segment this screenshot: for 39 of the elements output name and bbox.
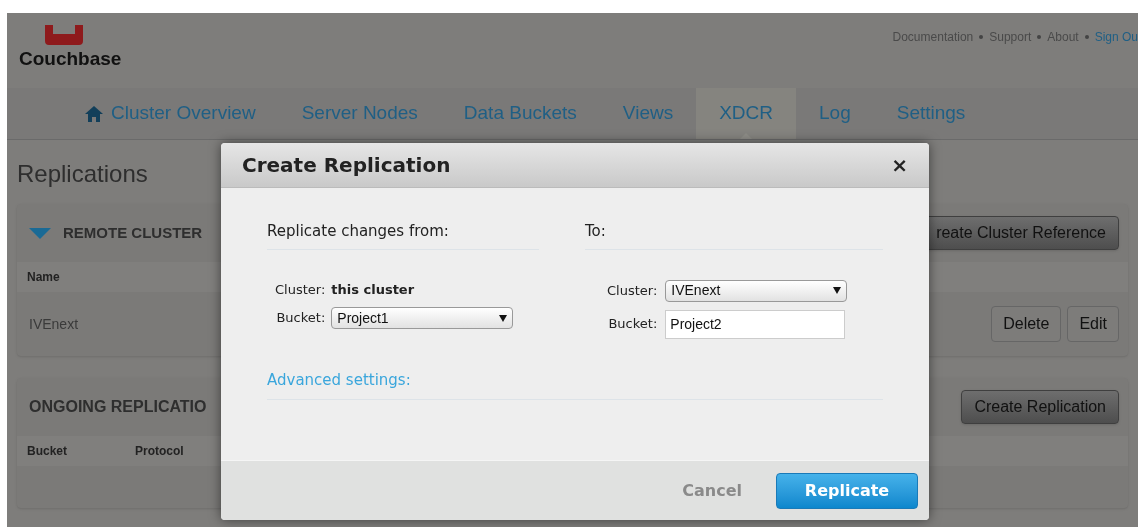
nav-tab[interactable]: Views — [599, 88, 697, 139]
close-button[interactable]: × — [891, 155, 908, 175]
section-title: ONGOING REPLICATIO — [29, 397, 207, 417]
advanced-settings-link[interactable]: Advanced settings: — [267, 368, 411, 391]
bucket-select[interactable]: Project1 — [331, 307, 514, 329]
nav-tab[interactable]: Server Nodes — [278, 88, 441, 139]
section-heading: To: — [585, 220, 883, 250]
logo-icon — [43, 25, 85, 45]
cluster-value: this cluster — [331, 280, 416, 299]
logo-text: Couchbase — [19, 49, 122, 68]
column-header: Bucket — [27, 443, 67, 460]
caret-icon — [833, 287, 842, 294]
caret-icon — [499, 314, 508, 322]
row-action-button[interactable]: Edit — [1067, 306, 1119, 342]
nav-tab[interactable]: Settings — [873, 88, 989, 139]
home-icon — [85, 105, 103, 122]
field-label: Cluster: — [275, 280, 326, 299]
nav-tab[interactable]: Data Buckets — [440, 88, 600, 139]
bucket-input[interactable]: Project2 — [665, 309, 846, 339]
section-heading: Replicate changes from: — [267, 220, 539, 250]
replicate-button[interactable]: Replicate — [776, 472, 918, 509]
table-cell-text: IVEnext — [29, 314, 79, 334]
nav-tab[interactable]: XDCR — [696, 88, 796, 139]
create-replication-button[interactable]: Create Replication — [961, 390, 1119, 424]
dialog-title: Create Replication — [242, 152, 451, 179]
nav-tab[interactable]: Log — [796, 88, 874, 139]
header-link[interactable]: Sign Ou — [1094, 28, 1138, 46]
section-title: REMOTE CLUSTER — [63, 222, 203, 243]
row-action-button[interactable]: Delete — [991, 306, 1062, 342]
collapse-triangle-icon[interactable] — [29, 227, 51, 239]
page-title: Replications — [17, 159, 148, 189]
field-label: Cluster: — [607, 281, 658, 300]
field-label: Bucket: — [275, 309, 326, 328]
nav-tab[interactable]: Cluster Overview — [62, 88, 279, 139]
cancel-button[interactable]: Cancel — [682, 478, 742, 503]
field-label: Bucket: — [607, 315, 658, 334]
column-header: Protocol — [135, 443, 184, 460]
cluster-select[interactable]: IVEnext — [665, 279, 848, 302]
column-header: Name — [27, 269, 60, 286]
